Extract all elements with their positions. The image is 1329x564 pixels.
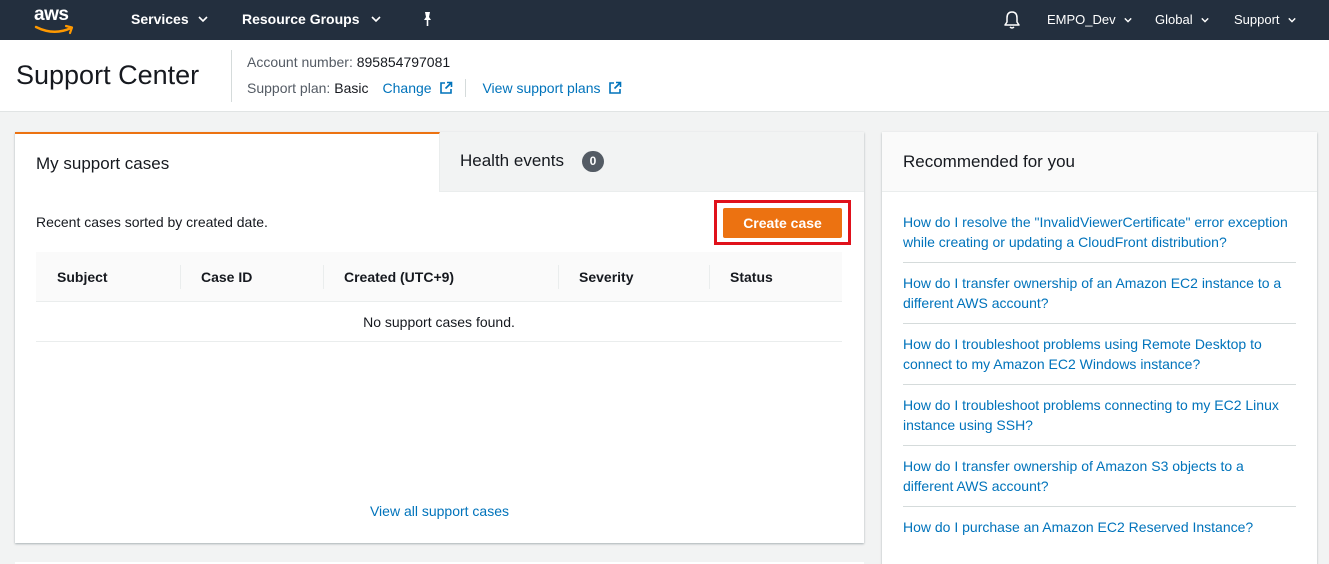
support-plan-line: Support plan: Basic Change View support …: [247, 79, 622, 97]
pin-icon[interactable]: [419, 11, 435, 27]
view-all-cases-container: View all support cases: [15, 503, 864, 519]
column-divider: [323, 265, 324, 289]
view-support-plans-link[interactable]: View support plans: [482, 80, 622, 96]
empty-cases-message: No support cases found.: [36, 302, 842, 342]
health-events-count-badge: 0: [582, 151, 604, 172]
support-label: Support: [1234, 12, 1280, 27]
resource-groups-menu[interactable]: Resource Groups: [242, 11, 382, 27]
change-plan-label: Change: [382, 80, 432, 96]
bell-icon[interactable]: [1003, 10, 1021, 30]
tab-label: Health events: [460, 151, 564, 170]
account-number-line: Account number: 895854797081: [247, 54, 450, 70]
tab-health-events[interactable]: Health events 0: [440, 132, 864, 191]
aws-logo-text: aws: [34, 4, 69, 25]
account-number-label: Account number:: [247, 54, 353, 70]
region-label: Global: [1155, 12, 1193, 27]
recommended-article-link[interactable]: How do I transfer ownership of an Amazon…: [903, 275, 1281, 311]
list-item: How do I troubleshoot problems connectin…: [903, 395, 1296, 446]
external-link-icon: [440, 81, 453, 94]
tab-my-support-cases[interactable]: My support cases: [15, 132, 440, 192]
recommended-title: Recommended for you: [903, 152, 1075, 171]
cases-description: Recent cases sorted by created date.: [36, 214, 268, 230]
view-support-plans-label: View support plans: [482, 80, 601, 96]
tab-label: My support cases: [36, 154, 170, 173]
services-label: Services: [131, 11, 189, 27]
resource-groups-label: Resource Groups: [242, 11, 360, 27]
column-header-status[interactable]: Status: [730, 252, 773, 302]
column-header-subject[interactable]: Subject: [57, 252, 108, 302]
header-divider: [231, 50, 232, 102]
list-item: How do I troubleshoot problems using Rem…: [903, 334, 1296, 385]
services-menu[interactable]: Services: [131, 11, 208, 27]
view-all-support-cases-link[interactable]: View all support cases: [370, 503, 509, 519]
external-link-icon: [609, 81, 622, 94]
plan-divider: [465, 79, 467, 97]
recommended-panel: Recommended for you How do I resolve the…: [882, 132, 1317, 564]
account-name: EMPO_Dev: [1047, 12, 1116, 27]
chevron-down-icon: [1287, 17, 1296, 23]
region-menu[interactable]: Global: [1155, 12, 1209, 27]
change-plan-link[interactable]: Change: [383, 80, 454, 96]
recommended-header: Recommended for you: [882, 132, 1317, 192]
list-item: How do I purchase an Amazon EC2 Reserved…: [903, 517, 1296, 547]
support-plan-label: Support plan:: [247, 80, 331, 96]
account-number-value: 895854797081: [356, 54, 451, 70]
column-header-case-id[interactable]: Case ID: [201, 252, 252, 302]
support-plan-value: Basic: [334, 80, 369, 96]
column-divider: [709, 265, 710, 289]
column-header-created[interactable]: Created (UTC+9): [344, 252, 454, 302]
recommended-article-link[interactable]: How do I purchase an Amazon EC2 Reserved…: [903, 519, 1253, 535]
column-header-severity[interactable]: Severity: [579, 252, 633, 302]
chevron-down-icon: [1123, 17, 1132, 23]
page-header: Support Center Account number: 895854797…: [0, 40, 1329, 112]
column-divider: [180, 265, 181, 289]
column-divider: [558, 265, 559, 289]
recommended-article-link[interactable]: How do I transfer ownership of Amazon S3…: [903, 458, 1244, 494]
list-item: How do I transfer ownership of Amazon S3…: [903, 456, 1296, 507]
page-title: Support Center: [16, 60, 200, 90]
chevron-down-icon: [198, 16, 208, 23]
top-navigation-bar: aws Services Resource Groups EMPO_Dev Gl…: [0, 0, 1329, 40]
chevron-down-icon: [371, 16, 382, 23]
support-menu[interactable]: Support: [1234, 12, 1296, 27]
list-item: How do I transfer ownership of an Amazon…: [903, 273, 1296, 324]
recommended-article-link[interactable]: How do I troubleshoot problems connectin…: [903, 397, 1279, 433]
aws-logo[interactable]: aws: [34, 4, 78, 36]
cases-table-header: Subject Case ID Created (UTC+9) Severity…: [36, 252, 842, 302]
create-case-button[interactable]: Create case: [723, 208, 842, 238]
account-menu[interactable]: EMPO_Dev: [1047, 12, 1132, 27]
list-item: How do I resolve the "InvalidViewerCerti…: [903, 212, 1296, 263]
support-cases-panel: My support cases Health events 0 Recent …: [15, 132, 864, 543]
chevron-down-icon: [1200, 17, 1209, 23]
cases-tab-bar: My support cases Health events 0: [15, 132, 864, 192]
recommended-article-link[interactable]: How do I resolve the "InvalidViewerCerti…: [903, 214, 1288, 250]
aws-smile-icon: [34, 24, 74, 35]
recommended-list: How do I resolve the "InvalidViewerCerti…: [903, 212, 1296, 557]
recommended-article-link[interactable]: How do I troubleshoot problems using Rem…: [903, 336, 1262, 372]
